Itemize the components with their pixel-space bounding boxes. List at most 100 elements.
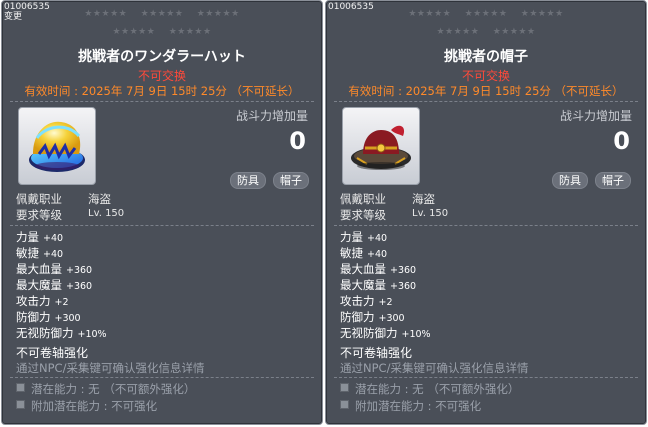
stat-value: +10% — [401, 329, 431, 340]
stat-name: 无视防御力 — [340, 326, 398, 340]
stat-name: 最大血量 — [340, 262, 386, 276]
starforce-row-2: ★★★★★ ★★★★★ — [326, 27, 646, 38]
stat-value: +360 — [390, 265, 417, 276]
star-group: ★★★★★ — [492, 27, 536, 37]
no-scroll-label: 不可卷轴强化 — [340, 346, 413, 360]
level-label: 要求等级 — [340, 208, 386, 222]
additional-potential-icon — [340, 400, 349, 409]
item-title: 挑戦者のワンダラーハット — [78, 49, 246, 65]
npc-note: 通过NPC/采集键可确认强化信息详情 — [16, 361, 205, 375]
stat-value: +40 — [367, 249, 388, 260]
stat-row: 防御力 +300 — [340, 309, 405, 325]
level-value: Lv. 150 — [412, 208, 449, 219]
item-icon-frame — [18, 107, 96, 185]
stat-value: +40 — [43, 249, 64, 260]
level-value: Lv. 150 — [88, 208, 125, 219]
stat-row: 力量 +40 — [340, 229, 387, 245]
stat-value: +2 — [54, 297, 69, 308]
stat-name: 攻击力 — [16, 294, 51, 308]
combat-power-label: 战斗力增加量 — [559, 109, 632, 123]
starforce-row-1: ★★★★★ ★★★★★ ★★★★★ — [326, 9, 646, 20]
potential-row: 潜在能力 : 无 （不可额外强化） — [340, 381, 519, 397]
star-group: ★★★★★ — [140, 9, 184, 19]
stat-row: 攻击力 +2 — [16, 293, 69, 309]
level-label: 要求等级 — [16, 208, 62, 222]
item-title: 挑戦者の帽子 — [444, 49, 528, 65]
stat-value: +40 — [43, 233, 64, 244]
stat-name: 最大魔量 — [340, 278, 386, 292]
potential-icon — [16, 383, 25, 392]
stat-value: +2 — [378, 297, 393, 308]
combat-power-value: 0 — [613, 127, 630, 155]
stat-value: +300 — [378, 313, 405, 324]
starforce-row-1: ★★★★★ ★★★★★ ★★★★★ — [2, 9, 322, 20]
stat-name: 敏捷 — [340, 246, 363, 260]
stat-row: 最大魔量 +360 — [340, 277, 416, 293]
item-tooltip-right: 01006535 ★★★★★ ★★★★★ ★★★★★ ★★★★★ ★★★★★ 挑… — [325, 0, 647, 425]
stat-name: 力量 — [16, 230, 39, 244]
star-group: ★★★★★ — [520, 9, 564, 19]
divider — [10, 377, 314, 378]
star-group: ★★★★★ — [464, 9, 508, 19]
stat-name: 防御力 — [340, 310, 375, 324]
star-group: ★★★★★ — [196, 9, 240, 19]
item-icon-frame — [342, 107, 420, 185]
level-row: 要求等级 Lv. 150 — [16, 207, 124, 223]
untradable-label: 不可交换 — [137, 69, 186, 83]
level-row: 要求等级 Lv. 150 — [340, 207, 448, 223]
type-badge: 帽子 — [273, 172, 309, 189]
job-label: 佩戴职业 — [16, 192, 62, 206]
stat-value: +360 — [390, 281, 417, 292]
stat-value: +360 — [66, 265, 93, 276]
no-scroll-label: 不可卷轴强化 — [16, 346, 89, 360]
stat-name: 无视防御力 — [16, 326, 74, 340]
stat-row: 最大魔量 +360 — [16, 277, 92, 293]
item-tooltip-left: 01006535 变更 ★★★★★ ★★★★★ ★★★★★ ★★★★★ ★★★★… — [1, 0, 323, 425]
stat-name: 最大魔量 — [16, 278, 62, 292]
stat-row: 敏捷 +40 — [16, 245, 63, 261]
challenger-hat-icon — [351, 125, 411, 170]
stat-row: 无视防御力 +10% — [340, 325, 431, 341]
additional-potential-row: 附加潜在能力 : 不可强化 — [16, 398, 157, 414]
additional-potential-icon — [16, 400, 25, 409]
expiry-label: 有效时间 : 2025年 7月 9日 15时 25分 （不可延长） — [24, 84, 300, 98]
stat-name: 敏捷 — [16, 246, 39, 260]
category-badge: 防具 — [230, 172, 266, 189]
divider — [334, 377, 638, 378]
potential-icon — [340, 383, 349, 392]
stat-name: 攻击力 — [340, 294, 375, 308]
stat-name: 最大血量 — [16, 262, 62, 276]
stat-value: +360 — [66, 281, 93, 292]
expiry-label: 有效时间 : 2025年 7月 9日 15时 25分 （不可延长） — [348, 84, 624, 98]
starforce-row-2: ★★★★★ ★★★★★ — [2, 27, 322, 38]
star-group: ★★★★★ — [112, 27, 156, 37]
additional-potential-row: 附加潜在能力 : 不可强化 — [340, 398, 481, 414]
stat-row: 攻击力 +2 — [340, 293, 393, 309]
stat-value: +10% — [77, 329, 107, 340]
stat-row: 无视防御力 +10% — [16, 325, 107, 341]
job-row: 佩戴职业 海盗 — [340, 191, 435, 207]
divider — [334, 101, 638, 102]
category-badge: 防具 — [552, 172, 588, 189]
job-label: 佩戴职业 — [340, 192, 386, 206]
star-group: ★★★★★ — [408, 9, 452, 19]
type-badge: 帽子 — [595, 172, 631, 189]
wanderer-hat-icon — [29, 121, 85, 172]
star-group: ★★★★★ — [84, 9, 128, 19]
stat-row: 最大血量 +360 — [340, 261, 416, 277]
npc-note: 通过NPC/采集键可确认强化信息详情 — [340, 361, 529, 375]
potential-text: 潜在能力 : 无 （不可额外强化） — [355, 382, 520, 396]
potential-row: 潜在能力 : 无 （不可额外强化） — [16, 381, 195, 397]
stat-row: 力量 +40 — [16, 229, 63, 245]
job-value: 海盗 — [88, 192, 111, 206]
divider — [334, 225, 638, 226]
stat-name: 防御力 — [16, 310, 51, 324]
star-group: ★★★★★ — [168, 27, 212, 37]
stat-row: 最大血量 +360 — [16, 261, 92, 277]
divider — [10, 101, 314, 102]
combat-power-value: 0 — [289, 127, 306, 155]
stat-name: 力量 — [340, 230, 363, 244]
potential-text: 潜在能力 : 无 （不可额外强化） — [31, 382, 196, 396]
job-row: 佩戴职业 海盗 — [16, 191, 111, 207]
additional-potential-text: 附加潜在能力 : 不可强化 — [31, 399, 158, 413]
